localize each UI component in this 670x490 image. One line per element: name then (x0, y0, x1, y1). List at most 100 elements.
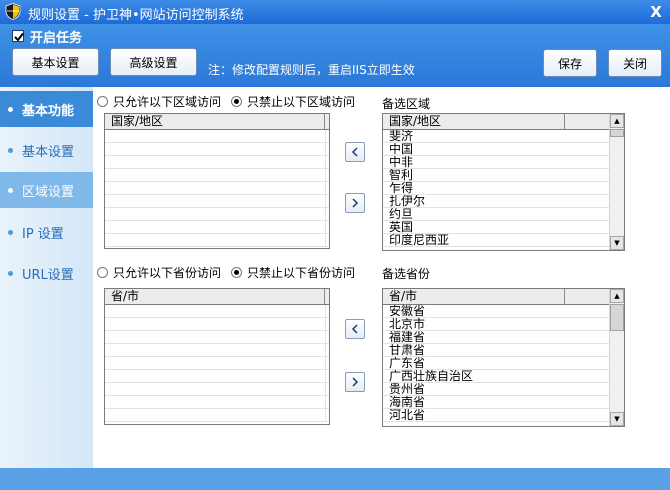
list-item[interactable]: 安徽省 (383, 305, 609, 318)
list-rows (105, 130, 329, 247)
list-row (105, 370, 329, 383)
list-item[interactable]: 英国 (383, 221, 609, 234)
chevron-left-icon (351, 147, 358, 157)
region-selected-list[interactable]: 国家/地区 (104, 113, 330, 249)
sidebar-item-label: 基本功能 (22, 103, 75, 119)
list-item[interactable]: 贵州省 (383, 383, 609, 396)
list-item[interactable]: 斐济 (383, 130, 609, 143)
province-candidate-title: 备选省份 (382, 267, 431, 281)
bullet-icon (8, 106, 13, 112)
scroll-up-icon[interactable]: ▲ (610, 289, 624, 303)
sidebar-item-basic-settings[interactable]: 基本设置 (0, 132, 93, 168)
list-row (105, 130, 329, 143)
list-row (105, 318, 329, 331)
list-item[interactable]: 约旦 (383, 208, 609, 221)
list-row (105, 234, 329, 247)
advanced-settings-button[interactable]: 高级设置 (110, 48, 197, 76)
province-selected-list[interactable]: 省/市 (104, 288, 330, 425)
province-deny-radio[interactable] (231, 267, 243, 278)
list-item[interactable]: 乍得 (383, 182, 609, 195)
province-mode-group: 只允许以下省份访问 只禁止以下省份访问 (97, 264, 365, 281)
list-item[interactable]: 广西壮族自治区 (383, 370, 609, 383)
province-allow-radio[interactable] (97, 267, 108, 278)
window-close-button[interactable]: X (648, 3, 664, 21)
enable-task-checkbox[interactable] (12, 30, 24, 42)
list-item[interactable]: 广东省 (383, 357, 609, 370)
list-rows (105, 305, 329, 422)
list-header: 国家/地区 (383, 114, 609, 130)
column-header: 省/市 (383, 289, 565, 304)
province-candidate-list[interactable]: 省/市 安徽省 北京市 福建省 甘肃省 广东省 广西壮族自治区 贵州省 海南省 … (382, 288, 625, 427)
list-item[interactable]: 中国 (383, 143, 609, 156)
toolbar: 开启任务 基本设置 高级设置 注：修改配置规则后，重启IIS立即生效 保存 关闭 (0, 24, 670, 87)
column-header: 国家/地区 (105, 114, 325, 129)
list-rows: 安徽省 北京市 福建省 甘肃省 广东省 广西壮族自治区 贵州省 海南省 河北省 (383, 305, 609, 422)
list-item[interactable]: 北京市 (383, 318, 609, 331)
list-row (105, 156, 329, 169)
scroll-thumb[interactable] (610, 304, 624, 331)
sidebar-item-url-settings[interactable]: URL设置 (0, 255, 93, 291)
region-allow-label: 只允许以下区域访问 (113, 95, 222, 109)
list-row (105, 344, 329, 357)
sidebar-item-label: IP 设置 (22, 226, 64, 242)
list-row (105, 143, 329, 156)
bullet-icon (8, 270, 13, 276)
bullet-icon (8, 187, 13, 193)
bullet-icon (8, 229, 13, 235)
sidebar: 基本功能 基本设置 区域设置 IP 设置 URL设置 (0, 87, 93, 468)
list-header: 省/市 (105, 289, 329, 305)
sidebar-item-region-settings[interactable]: 区域设置 (0, 172, 93, 208)
list-row (105, 396, 329, 409)
province-deny-option[interactable]: 只禁止以下省份访问 (231, 264, 355, 281)
list-item[interactable]: 中非 (383, 156, 609, 169)
region-deny-option[interactable]: 只禁止以下区域访问 (231, 93, 355, 110)
list-item[interactable]: 甘肃省 (383, 344, 609, 357)
region-candidate-scrollbar[interactable]: ▲ ▼ (609, 114, 624, 250)
list-row (105, 305, 329, 318)
province-candidate-scrollbar[interactable]: ▲ ▼ (609, 289, 624, 426)
list-header: 国家/地区 (105, 114, 329, 130)
app-window: 规则设置 - 护卫神•网站访问控制系统 X 开启任务 基本设置 高级设置 注：修… (0, 0, 670, 490)
list-item[interactable]: 印度尼西亚 (383, 234, 609, 247)
province-allow-option[interactable]: 只允许以下省份访问 (97, 264, 221, 281)
close-button[interactable]: 关闭 (608, 49, 662, 77)
scroll-down-icon[interactable]: ▼ (610, 412, 624, 426)
region-add-button[interactable] (345, 193, 365, 213)
list-row (105, 331, 329, 344)
province-add-button[interactable] (345, 372, 365, 392)
list-item[interactable]: 河北省 (383, 409, 609, 422)
list-row (105, 208, 329, 221)
province-allow-label: 只允许以下省份访问 (113, 266, 222, 280)
region-remove-button[interactable] (345, 142, 365, 162)
region-deny-label: 只禁止以下区域访问 (247, 95, 356, 109)
chevron-left-icon (351, 324, 358, 334)
scroll-thumb[interactable] (610, 129, 624, 137)
scroll-down-icon[interactable]: ▼ (610, 236, 624, 250)
list-item[interactable]: 智利 (383, 169, 609, 182)
list-rows: 斐济 中国 中非 智利 乍得 扎伊尔 约旦 英国 印度尼西亚 (383, 130, 609, 247)
list-row (105, 409, 329, 422)
region-candidate-list[interactable]: 国家/地区 斐济 中国 中非 智利 乍得 扎伊尔 约旦 英国 印度尼西亚 ▲ ▼ (382, 113, 625, 251)
basic-settings-button[interactable]: 基本设置 (12, 48, 99, 76)
chevron-right-icon (352, 198, 359, 208)
list-row (105, 383, 329, 396)
sidebar-item-ip-settings[interactable]: IP 设置 (0, 214, 93, 250)
list-item[interactable]: 福建省 (383, 331, 609, 344)
region-deny-radio[interactable] (231, 96, 243, 107)
save-button[interactable]: 保存 (543, 49, 597, 77)
sidebar-item-label: URL设置 (22, 267, 74, 283)
list-item[interactable]: 海南省 (383, 396, 609, 409)
sidebar-item-label: 基本设置 (22, 144, 75, 160)
region-allow-radio[interactable] (97, 96, 108, 107)
scroll-up-icon[interactable]: ▲ (610, 114, 624, 128)
enable-task-toggle[interactable]: 开启任务 (12, 28, 83, 46)
list-row (105, 357, 329, 370)
sidebar-item-basic-functions[interactable]: 基本功能 (0, 91, 93, 127)
list-row (105, 221, 329, 234)
enable-task-label: 开启任务 (30, 30, 83, 46)
list-row (105, 169, 329, 182)
list-item[interactable]: 扎伊尔 (383, 195, 609, 208)
shield-icon (5, 3, 21, 20)
province-remove-button[interactable] (345, 319, 365, 339)
region-allow-option[interactable]: 只允许以下区域访问 (97, 93, 221, 110)
